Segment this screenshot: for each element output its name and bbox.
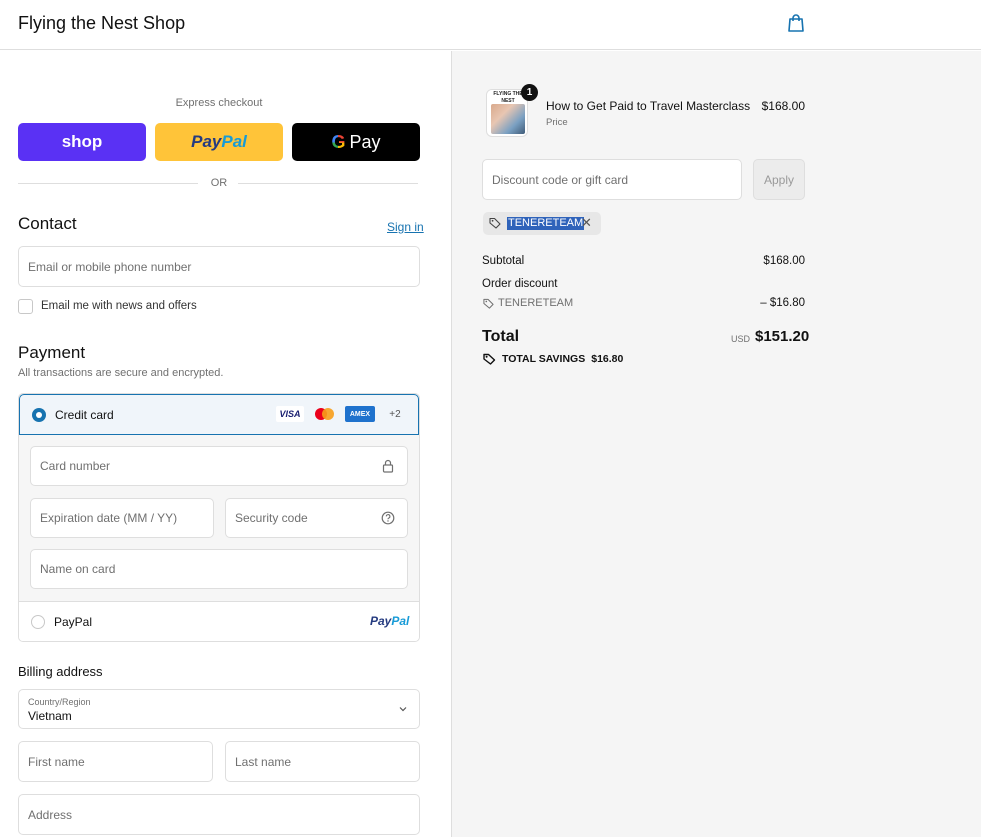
billing-heading: Billing address <box>18 664 103 679</box>
savings-label: TOTAL SAVINGS <box>502 353 586 365</box>
express-checkout-label: Express checkout <box>175 97 263 109</box>
paypal-logo-pay: Pay <box>370 614 392 628</box>
discount-placeholder: Discount code or gift card <box>492 172 629 187</box>
sign-in-link[interactable]: Sign in <box>387 220 424 234</box>
card-number-placeholder: Card number <box>40 459 111 473</box>
paypal-logo-pal: Pal <box>391 614 410 628</box>
discount-code-input[interactable]: Discount code or gift card <box>482 159 742 200</box>
applied-discount-chip: TENERETEAM ✕ <box>483 212 601 235</box>
mastercard-logo-icon <box>314 406 336 422</box>
total-value: $151.20 <box>755 328 810 345</box>
credit-card-option[interactable]: Credit card VISA AMEX +2 <box>19 394 419 435</box>
security-code-placeholder: Security code <box>235 511 308 525</box>
subtotal-value: $168.00 <box>763 255 805 267</box>
google-pay-label: Pay <box>349 131 381 152</box>
payment-methods: Credit card VISA AMEX +2 Card number Exp… <box>18 393 420 642</box>
expiration-placeholder: Expiration date (MM / YY) <box>40 511 178 525</box>
last-name-field[interactable]: Last name <box>225 741 420 782</box>
product-photo <box>491 104 525 134</box>
or-divider: OR <box>18 176 420 190</box>
address-field[interactable]: Address <box>18 794 420 835</box>
savings-value: $16.80 <box>591 353 624 365</box>
discount-value: – $16.80 <box>760 297 805 309</box>
apply-button[interactable]: Apply <box>753 159 805 200</box>
payment-subtitle: All transactions are secure and encrypte… <box>18 367 224 379</box>
last-name-placeholder: Last name <box>235 754 292 769</box>
visa-logo-icon: VISA <box>276 406 304 422</box>
first-name-field[interactable]: First name <box>18 741 213 782</box>
shop-pay-button[interactable]: shop <box>18 123 146 161</box>
chevron-down-icon <box>399 707 407 712</box>
subtotal-label: Subtotal <box>482 255 525 267</box>
first-name-placeholder: First name <box>28 754 85 769</box>
total-savings: TOTAL SAVINGS $16.80 <box>483 353 623 365</box>
security-code-field[interactable]: Security code <box>225 498 408 538</box>
news-checkbox-label: Email me with news and offers <box>41 300 197 312</box>
discount-code-label: TENERETEAM <box>498 297 574 309</box>
applied-code: TENERETEAM <box>507 217 585 230</box>
more-cards-badge: +2 <box>389 408 401 420</box>
country-select[interactable]: Country/Region Vietnam <box>18 689 420 729</box>
help-circle-icon[interactable] <box>381 511 395 525</box>
paypal-label-pal: Pal <box>221 132 247 151</box>
news-checkbox[interactable] <box>18 299 33 314</box>
amex-logo-icon: AMEX <box>345 406 375 422</box>
contact-heading: Contact <box>18 214 77 233</box>
country-value: Vietnam <box>28 709 72 723</box>
shopping-bag-icon[interactable] <box>787 13 805 33</box>
currency-code: USD <box>731 334 751 344</box>
country-label: Country/Region <box>28 697 91 707</box>
paypal-logo-icon: PayPal <box>370 614 409 628</box>
shop-name[interactable]: Flying the Nest Shop <box>18 13 185 34</box>
paypal-button[interactable]: Pay Pal <box>155 123 283 161</box>
paypal-option[interactable]: PayPal PayPal <box>19 601 419 641</box>
email-field[interactable]: Email or mobile phone number <box>18 246 420 287</box>
expiration-field[interactable]: Expiration date (MM / YY) <box>30 498 214 538</box>
product-subtitle: Price <box>546 117 568 128</box>
name-on-card-field[interactable]: Name on card <box>30 549 408 589</box>
product-price: $168.00 <box>761 99 805 113</box>
savings-tag-icon <box>483 353 496 365</box>
name-on-card-placeholder: Name on card <box>40 562 116 576</box>
quantity-badge: 1 <box>521 84 538 101</box>
credit-card-label: Credit card <box>55 408 114 422</box>
paypal-radio[interactable] <box>31 615 45 629</box>
email-placeholder: Email or mobile phone number <box>28 259 192 274</box>
product-name: How to Get Paid to Travel Masterclass <box>546 99 751 113</box>
shop-pay-label: shop <box>61 132 103 151</box>
paypal-option-label: PayPal <box>54 615 93 629</box>
order-summary: FLYING THE NEST 1 How to Get Paid to Tra… <box>452 51 981 837</box>
card-number-field[interactable]: Card number <box>30 446 408 486</box>
total-label: Total <box>482 328 520 345</box>
checkout-form: Express checkout shop Pay Pal G Pay OR Con… <box>0 51 452 837</box>
lock-icon <box>382 459 394 473</box>
tag-icon <box>483 298 494 309</box>
header: Flying the Nest Shop <box>0 0 981 50</box>
paypal-label-pay: Pay <box>191 132 222 151</box>
google-g-icon: G <box>331 131 346 152</box>
payment-heading: Payment <box>18 343 86 362</box>
tag-icon <box>489 217 501 229</box>
or-label: OR <box>210 177 228 189</box>
order-discount-label: Order discount <box>482 278 558 290</box>
address-placeholder: Address <box>28 807 73 822</box>
google-pay-button[interactable]: G Pay <box>292 123 420 161</box>
remove-discount-icon[interactable]: ✕ <box>581 215 592 231</box>
credit-card-radio[interactable] <box>32 408 46 422</box>
